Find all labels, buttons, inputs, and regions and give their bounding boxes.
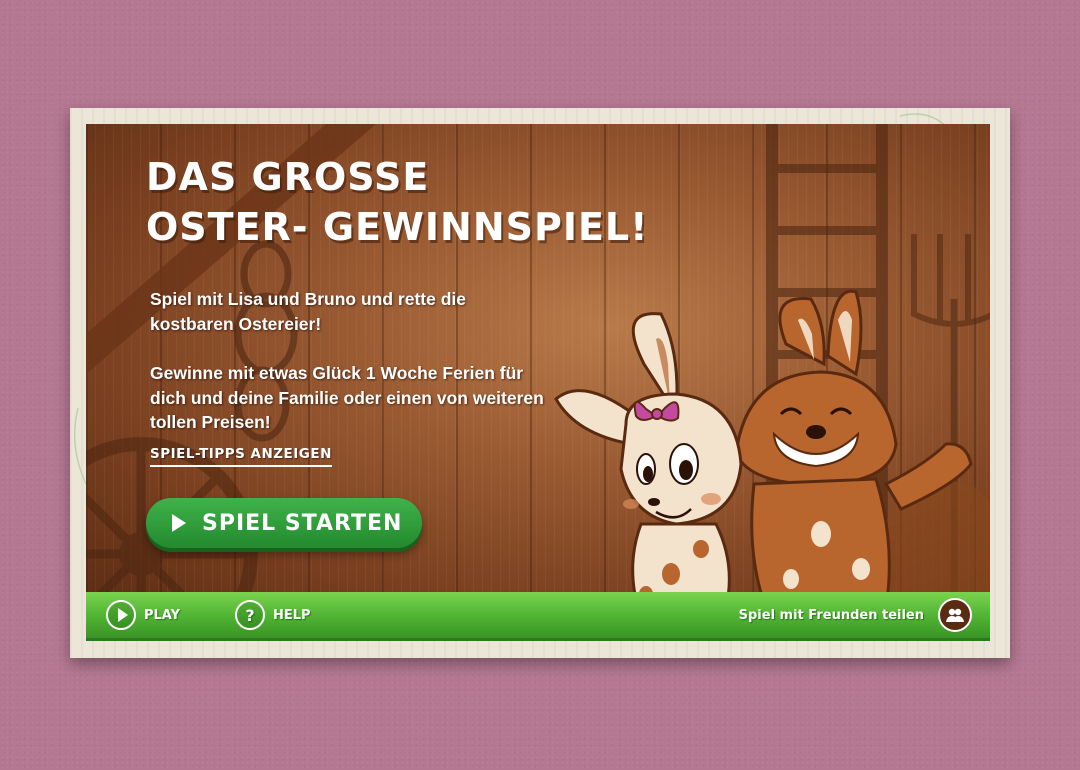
lisa-rabbit bbox=[554, 312, 743, 608]
start-game-label: SPIEL STARTEN bbox=[202, 510, 403, 536]
game-frame: DAS GROSSE OSTER- GEWINNSPIEL! Spiel mit… bbox=[70, 108, 1010, 658]
intro-paragraph-2: Gewinne mit etwas Glück 1 Woche Ferien f… bbox=[150, 363, 544, 432]
start-game-button[interactable]: SPIEL STARTEN bbox=[146, 498, 422, 548]
intro-paragraph-1: Spiel mit Lisa und Bruno und rette die k… bbox=[150, 289, 466, 334]
play-triangle-icon bbox=[172, 514, 186, 532]
game-title: DAS GROSSE OSTER- GEWINNSPIEL! bbox=[146, 152, 648, 252]
game-stage: DAS GROSSE OSTER- GEWINNSPIEL! Spiel mit… bbox=[86, 124, 990, 608]
title-line-2: OSTER- GEWINNSPIEL! bbox=[146, 205, 649, 249]
play-button[interactable]: PLAY bbox=[106, 598, 180, 632]
friends-icon bbox=[938, 598, 972, 632]
bottom-bar: PLAY ? HELP Spiel mit Freunden teilen bbox=[86, 592, 990, 638]
title-line-1: DAS GROSSE bbox=[146, 155, 430, 199]
play-label: PLAY bbox=[144, 607, 181, 623]
game-tips-link[interactable]: SPIEL-TIPPS ANZEIGEN bbox=[150, 446, 332, 467]
share-with-friends-button[interactable]: Spiel mit Freunden teilen bbox=[739, 598, 972, 632]
help-button[interactable]: ? HELP bbox=[235, 598, 311, 632]
share-label: Spiel mit Freunden teilen bbox=[738, 607, 924, 623]
play-icon bbox=[106, 600, 136, 630]
help-label: HELP bbox=[273, 607, 311, 623]
help-icon: ? bbox=[235, 600, 265, 630]
